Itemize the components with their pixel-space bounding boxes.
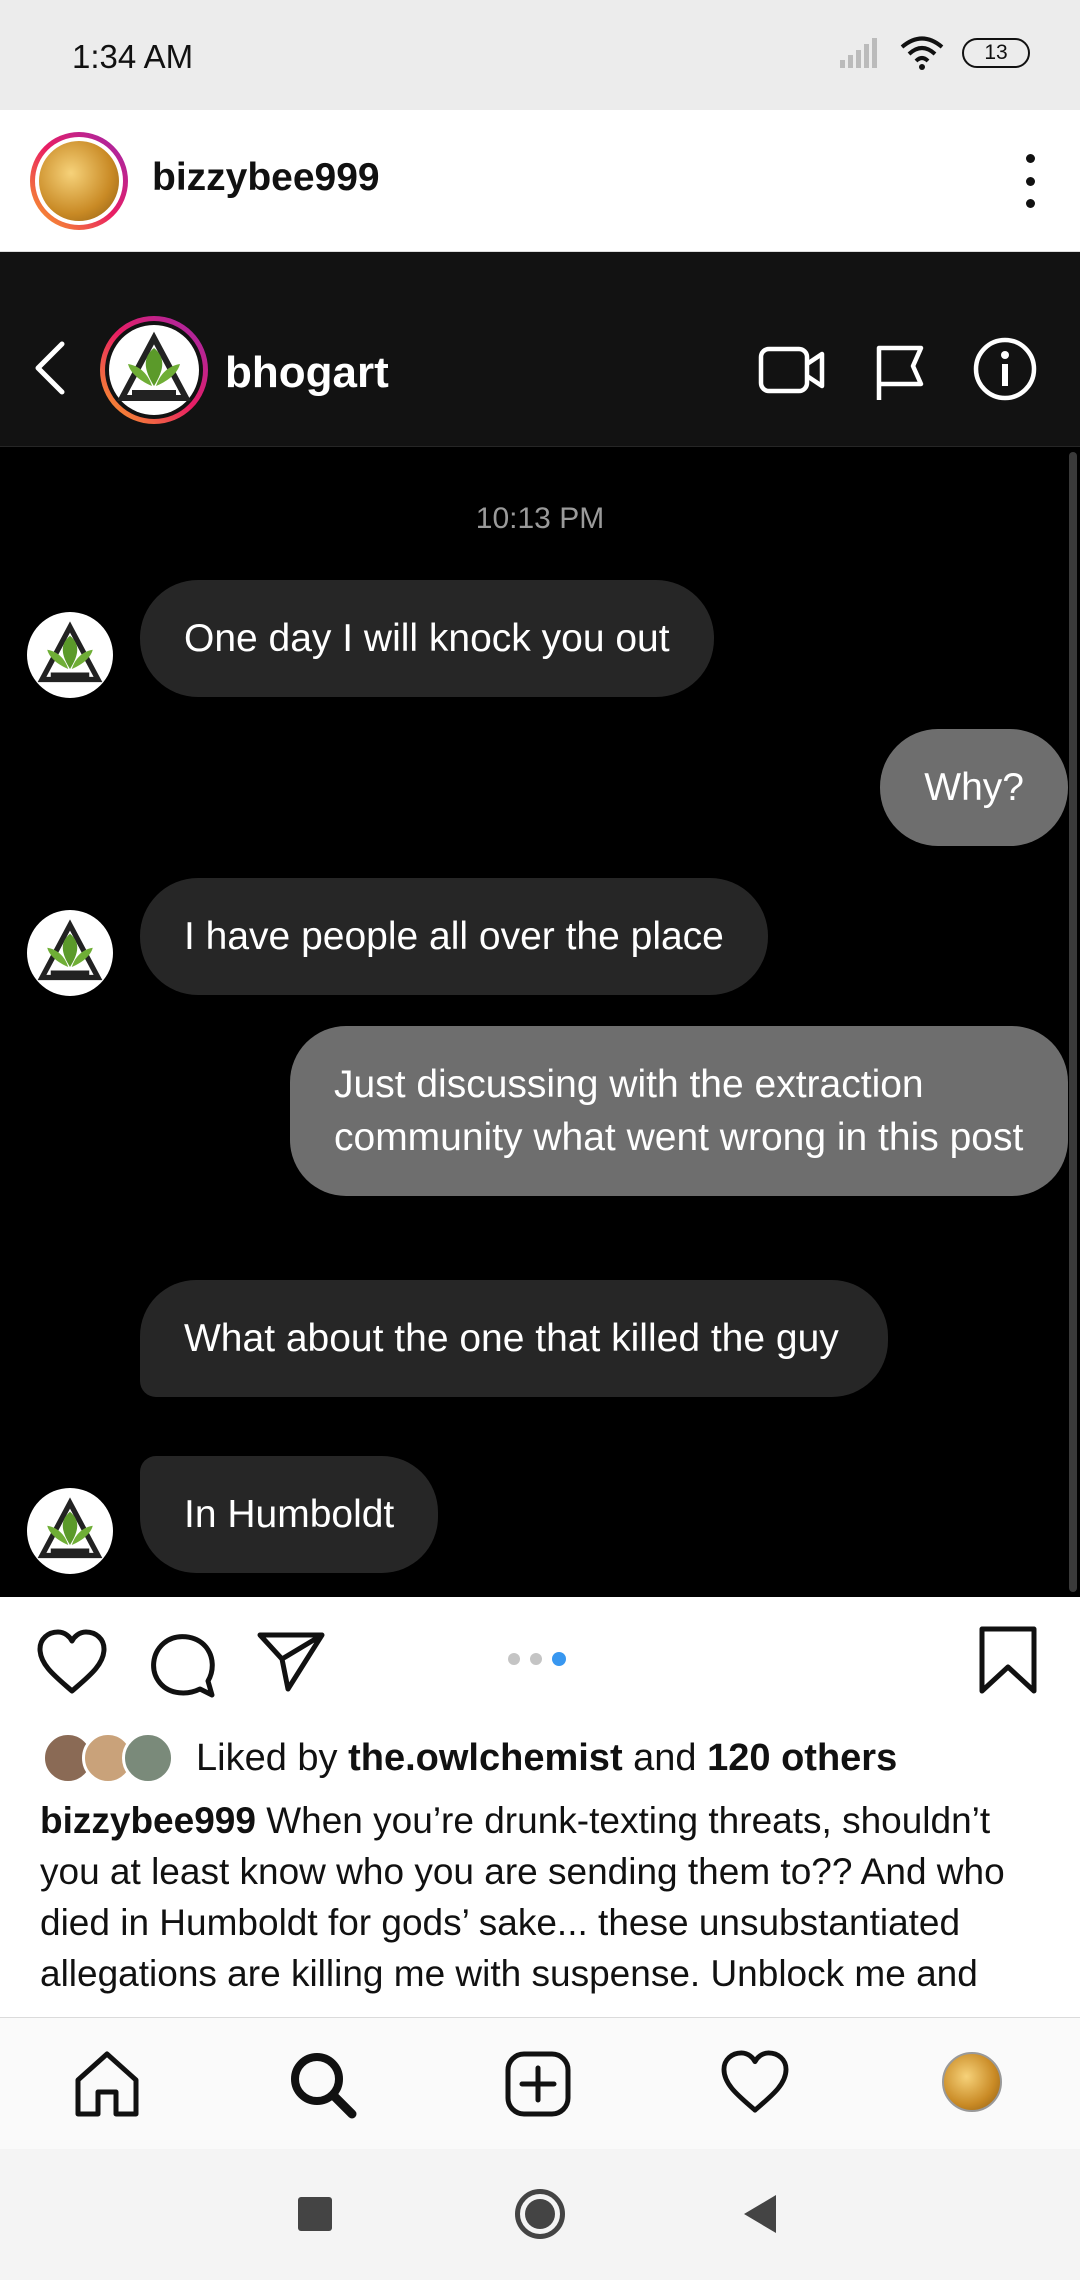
more-options-icon[interactable] — [1020, 154, 1040, 208]
carousel-dots — [508, 1652, 566, 1666]
status-bar: 1:34 AM 13 — [0, 0, 1080, 110]
profile-icon[interactable] — [942, 2052, 1002, 2112]
comment-icon[interactable] — [148, 1629, 218, 1699]
message-bubble: Just discussing with the extraction comm… — [290, 1026, 1068, 1196]
status-time: 1:34 AM — [72, 38, 194, 75]
likes-count[interactable]: 120 others — [707, 1737, 897, 1779]
post-header: bizzybee999 — [0, 110, 1080, 252]
status-icons: 13 — [840, 36, 1030, 70]
system-navigation-bar — [0, 2149, 1080, 2280]
post-caption: bizzybee999 When you’re drunk-texting th… — [40, 1795, 1050, 1999]
back-button[interactable] — [740, 2193, 780, 2235]
scrollbar — [1069, 452, 1077, 1592]
battery-level: 13 — [984, 41, 1008, 64]
bottom-nav — [0, 2017, 1080, 2149]
contact-avatar — [100, 316, 208, 424]
liker-username[interactable]: the.owlchemist — [348, 1737, 623, 1779]
video-call-icon — [758, 346, 825, 394]
back-icon — [35, 341, 65, 395]
home-button[interactable] — [515, 2189, 565, 2239]
bookmark-icon[interactable] — [978, 1625, 1038, 1695]
activity-icon[interactable] — [720, 2050, 790, 2114]
search-icon[interactable] — [288, 2050, 358, 2120]
message-timestamp: 10:13 PM — [475, 502, 605, 535]
wifi-icon — [900, 36, 944, 70]
message-bubble: One day I will knock you out — [140, 580, 714, 697]
sender-avatar — [27, 612, 113, 698]
flag-icon — [876, 345, 924, 400]
sender-avatar — [27, 910, 113, 996]
contact-name: bhogart — [225, 348, 389, 397]
battery-icon: 13 — [962, 38, 1030, 68]
home-icon[interactable] — [72, 2050, 142, 2118]
info-icon — [973, 337, 1037, 401]
message-bubble: Why? — [880, 729, 1068, 846]
add-post-icon[interactable] — [504, 2050, 572, 2118]
post-actions — [0, 1597, 1080, 1737]
heart-icon[interactable] — [36, 1629, 108, 1695]
recents-button[interactable] — [298, 2197, 332, 2231]
message-bubble: What about the one that killed the guy — [140, 1280, 888, 1397]
post-image[interactable]: bhogart 10:13 PM One day I will knock yo… — [0, 252, 1080, 1597]
caption-username[interactable]: bizzybee999 — [40, 1800, 256, 1841]
liker-avatars — [42, 1732, 192, 1784]
message-bubble: I have people all over the place — [140, 878, 768, 995]
signal-icon — [840, 38, 877, 68]
message-bubble: In Humboldt — [140, 1456, 439, 1573]
dm-header: bhogart — [0, 252, 1080, 447]
likes-row[interactable]: Liked by the.owlchemist and 120 others — [42, 1730, 897, 1786]
post-author-avatar[interactable] — [30, 132, 128, 230]
likes-text: Liked by the.owlchemist and 120 others — [196, 1736, 898, 1779]
post-username[interactable]: bizzybee999 — [152, 156, 380, 200]
share-icon[interactable] — [256, 1629, 326, 1693]
sender-avatar — [27, 1488, 113, 1574]
